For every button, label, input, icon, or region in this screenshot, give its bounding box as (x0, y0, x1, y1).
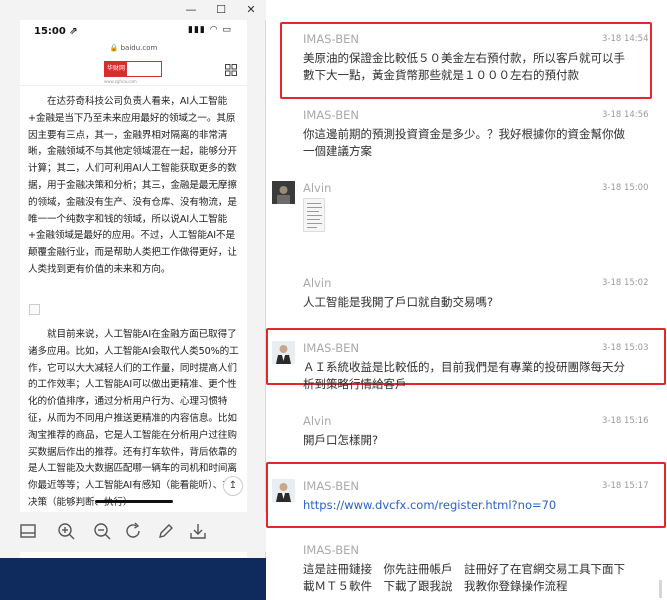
status-time: 15:00 ⇗ (34, 26, 78, 37)
message-text: 美原油的保證金比較低５０美金左右預付款，所以客戶就可以手數下大一點，黃金貨幣那些… (303, 51, 625, 82)
chat-transcript: IMAS-BEN 3-18 14:54 美原油的保證金比較低５０美金左右預付款，… (266, 0, 667, 600)
phone-status-bar: 15:00 ⇗ ▮▮▮ ◠ ▭ (20, 20, 247, 44)
save-icon[interactable] (18, 521, 38, 541)
avatar[interactable] (272, 479, 295, 502)
sender-name: Alvin (303, 276, 332, 290)
url-text: 🔒 baidu.com (109, 44, 158, 52)
register-link[interactable]: https://www.dvcfx.com/register.html?no=7… (303, 497, 633, 514)
sender-name: IMAS-BEN (303, 543, 359, 557)
article-paragraph: 在达芬奇科技公司负责人看来，AI人工智能+金融是当下乃至未来应用最好的领域之一。… (28, 96, 237, 275)
message-time: 3-18 15:00 (602, 183, 649, 193)
edit-icon[interactable] (156, 521, 176, 541)
site-logo-text: 华财网 (105, 62, 127, 76)
image-placeholder-icon (29, 304, 40, 315)
rotate-icon[interactable] (124, 521, 144, 541)
viewer-toolbar (0, 512, 266, 552)
article-paragraph: 就目前来说，人工智能AI在金融方面已取得了诸多应用。比如，人工智能AI会取代人类… (28, 329, 239, 508)
site-logo: 华财网 (104, 61, 162, 77)
status-icons: ▮▮▮ ◠ ▭ (188, 25, 232, 35)
avatar-photo-icon (272, 479, 295, 502)
download-icon[interactable] (188, 521, 208, 541)
avatar-photo-icon (272, 181, 295, 204)
highlight-box (266, 462, 666, 528)
message-time: 3-18 14:56 (602, 110, 649, 120)
message-time: 3-18 15:02 (602, 278, 649, 288)
message-text: 這是註冊鏈接 你先註冊帳戶 註冊好了在官網交易工具下面下載ＭＴ５軟件 下載了跟我… (303, 562, 625, 593)
sender-name: Alvin (303, 181, 332, 195)
image-thumbnail[interactable] (303, 198, 325, 232)
image-viewer-window: — ☐ ✕ 15:00 ⇗ ▮▮▮ ◠ ▭ 🔒 baidu.com 华财网 ww… (0, 0, 266, 600)
maximize-button[interactable]: ☐ (206, 0, 236, 20)
phone-screenshot: 15:00 ⇗ ▮▮▮ ◠ ▭ 🔒 baidu.com 华财网 www.zghc… (20, 20, 247, 558)
sender-name: IMAS-BEN (303, 108, 359, 122)
viewer-titlebar: — ☐ ✕ (0, 0, 266, 20)
message-time: 3-18 15:03 (602, 343, 649, 353)
zoom-in-icon[interactable] (56, 521, 76, 541)
message-text: 開戶口怎樣開? (303, 433, 379, 447)
sender-name: IMAS-BEN (303, 32, 359, 46)
message-time: 3-18 15:16 (602, 416, 649, 426)
desktop-background (0, 558, 266, 600)
message-text: ＡＩ系統收益是比較低的，目前我們是有專業的投研團隊每天分析到策略行情給客戶 (303, 360, 625, 391)
message-time: 3-18 14:54 (602, 34, 649, 44)
scroll-to-top-icon[interactable]: ↥ (223, 476, 243, 496)
sender-name: IMAS-BEN (303, 479, 359, 493)
message-time: 3-18 15:17 (602, 481, 649, 491)
scrollbar[interactable] (659, 580, 662, 598)
site-header: 华财网 www.zghcw.com (20, 56, 247, 86)
zoom-out-icon[interactable] (92, 521, 112, 541)
sender-name: Alvin (303, 414, 332, 428)
article-body: 在达芬奇科技公司负责人看来，AI人工智能+金融是当下乃至未来应用最好的领域之一。… (20, 94, 247, 514)
message-text: 你這邊前期的預測投資資金是多少。？我好根據你的資金幫你做一個建議方案 (303, 127, 625, 158)
grid-menu-icon[interactable] (225, 64, 237, 76)
site-url-small: www.zghcw.com (104, 79, 137, 84)
home-indicator (95, 500, 173, 503)
site-logo-tagline (128, 62, 162, 76)
avatar[interactable] (272, 181, 295, 204)
message-text: 人工智能是我開了戶口就自動交易嗎? (303, 295, 494, 309)
sender-name: IMAS-BEN (303, 341, 359, 355)
avatar-photo-icon (272, 341, 295, 364)
minimize-button[interactable]: — (176, 0, 206, 20)
close-button[interactable]: ✕ (236, 0, 266, 20)
avatar[interactable] (272, 341, 295, 364)
